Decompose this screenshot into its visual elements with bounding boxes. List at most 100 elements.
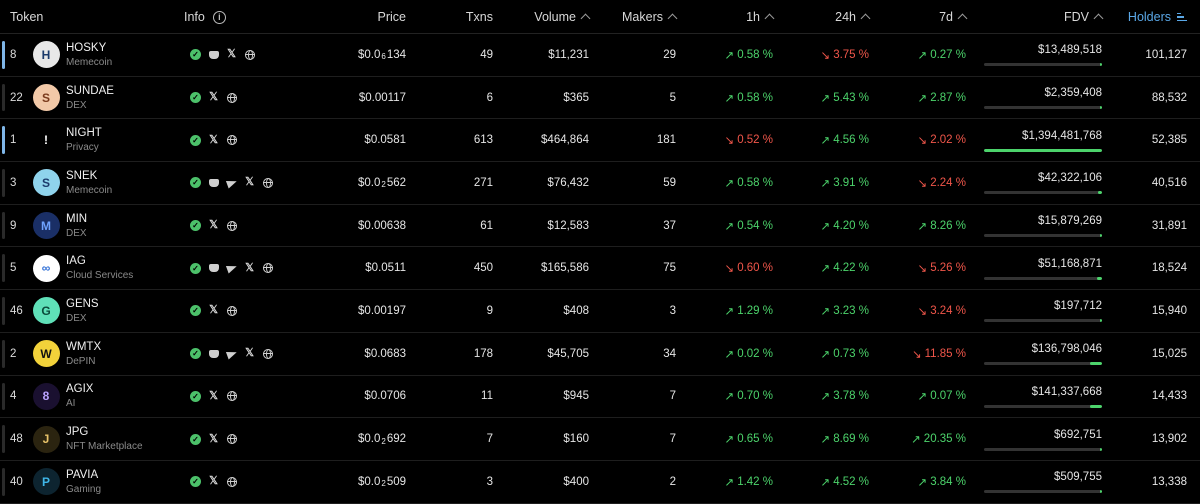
header-7d[interactable]: 7d <box>880 0 968 34</box>
globe-icon[interactable] <box>226 220 237 231</box>
change-value: 0.65 % <box>737 433 773 446</box>
token-symbol[interactable]: NIGHT <box>66 126 102 141</box>
header-token[interactable]: Token <box>10 0 43 34</box>
token-name-cell[interactable]: HOSKY Memecoin <box>66 34 176 76</box>
x-twitter-icon[interactable]: 𝕏 <box>244 177 255 188</box>
discord-icon[interactable] <box>208 177 219 188</box>
table-row[interactable]: 4 8 AGIX AI ✓ 𝕏 $0.0706 11 $945 7 ↗ 0.70 % ↗ 3.78 % ↗ 0… <box>0 376 1200 419</box>
token-category: Privacy <box>66 142 99 154</box>
x-twitter-icon[interactable]: 𝕏 <box>244 262 255 274</box>
header-1h-label: 1h <box>746 10 760 24</box>
table-row[interactable]: 40 P PAVIA Gaming ✓ 𝕏 $0.0 2 509 3 $400 2 ↗ 1.42 % ↗ 4.… <box>0 461 1200 504</box>
globe-icon[interactable] <box>262 348 273 359</box>
x-twitter-icon[interactable]: 𝕏 <box>208 220 219 231</box>
telegram-icon[interactable] <box>225 348 238 360</box>
token-name-cell[interactable]: SUNDAE DEX <box>66 77 176 119</box>
table-row[interactable]: 8 H HOSKY Memecoin ✓ 𝕏 $0.0 6 134 49 $11,231 29 ↗ 0.5… <box>0 34 1200 77</box>
change-1h-cell: ↗ 0.02 % <box>690 333 773 375</box>
globe-icon[interactable] <box>226 92 237 103</box>
price-prefix: $0.00638 <box>358 219 406 232</box>
verified-check-icon: ✓ <box>190 134 201 146</box>
globe-icon[interactable] <box>244 49 255 60</box>
token-symbol[interactable]: WMTX <box>66 340 101 355</box>
token-name-cell[interactable]: AGIX AI <box>66 376 176 418</box>
token-symbol[interactable]: GENS <box>66 297 99 312</box>
globe-icon[interactable] <box>226 434 237 445</box>
sort-chevron-icon <box>580 13 591 23</box>
table-row[interactable]: 2 W WMTX DePIN ✓ 𝕏 $0.0683 178 $45,705 34 ↗ 0.02 % ↗… <box>0 333 1200 376</box>
telegram-icon[interactable] <box>225 262 238 274</box>
globe-icon[interactable] <box>226 305 237 316</box>
table-row[interactable]: 3 S SNEK Memecoin ✓ 𝕏 $0.0 2 562 271 $76,432 59 ↗ 0.5… <box>0 162 1200 205</box>
telegram-icon[interactable] <box>225 177 238 189</box>
x-twitter-icon[interactable]: 𝕏 <box>208 476 219 487</box>
table-row[interactable]: 46 G GENS DEX ✓ 𝕏 $0.00197 9 $408 3 ↗ 1.29 % ↗ 3.23 %… <box>0 290 1200 333</box>
x-twitter-icon[interactable]: 𝕏 <box>208 305 219 316</box>
header-volume[interactable]: Volume <box>500 0 591 34</box>
table-row[interactable]: 9 M MIN DEX ✓ 𝕏 $0.00638 61 $12,583 37 ↗ 0.54 % ↗ 4.2… <box>0 205 1200 248</box>
header-makers[interactable]: Makers <box>600 0 678 34</box>
token-symbol[interactable]: AGIX <box>66 382 93 397</box>
token-symbol[interactable]: IAG <box>66 254 86 269</box>
token-name-cell[interactable]: JPG NFT Marketplace <box>66 418 176 460</box>
price-cell: $0.0 2 509 <box>300 461 406 503</box>
discord-icon[interactable] <box>208 348 219 359</box>
token-symbol[interactable]: HOSKY <box>66 41 106 56</box>
globe-icon[interactable] <box>226 135 237 146</box>
fdv-bar-fill <box>1100 63 1102 67</box>
x-twitter-icon[interactable]: 𝕏 <box>208 92 219 103</box>
arrow-down-right-icon: ↘ <box>724 263 735 276</box>
x-twitter-icon[interactable]: 𝕏 <box>244 348 255 359</box>
globe-icon[interactable] <box>262 263 273 274</box>
fdv-bar <box>984 191 1102 195</box>
token-name-cell[interactable]: NIGHT Privacy <box>66 119 176 161</box>
x-twitter-icon[interactable]: 𝕏 <box>208 390 219 402</box>
globe-glyph <box>262 177 273 188</box>
x-twitter-icon[interactable]: 𝕏 <box>208 134 219 146</box>
change-24h-cell: ↗ 3.23 % <box>790 290 869 332</box>
holders-cell: 13,338 <box>1151 475 1187 488</box>
change-value: 0.07 % <box>930 390 966 403</box>
token-name-cell[interactable]: PAVIA Gaming <box>66 461 176 503</box>
sundae-logo: S <box>32 84 60 112</box>
token-name-cell[interactable]: MIN DEX <box>66 205 176 247</box>
table-row[interactable]: 22 S SUNDAE DEX ✓ 𝕏 $0.00117 6 $365 5 ↗ 0.58 % ↗ 5.43… <box>0 77 1200 120</box>
info-icon[interactable]: i <box>212 10 226 24</box>
token-category: DEX <box>66 99 87 111</box>
discord-icon[interactable] <box>208 263 219 274</box>
table-row[interactable]: 1! NIGHT Privacy ✓ 𝕏 $0.0581 613 $464,864 181 ↘ 0.… <box>0 119 1200 163</box>
x-twitter-icon[interactable]: 𝕏 <box>208 433 219 445</box>
holders-cell: 31,891 <box>1151 219 1187 232</box>
holders-cell: 14,433 <box>1151 390 1187 403</box>
volume-cell: $160 <box>563 433 589 446</box>
globe-icon[interactable] <box>226 476 237 487</box>
table-row[interactable]: 5 ∞ IAG Cloud Services ✓ 𝕏 $0.0511 450 $165,586 7… <box>0 247 1200 291</box>
header-24h[interactable]: 24h <box>790 0 871 34</box>
fdv-cell: $13,489,518 <box>980 34 1102 76</box>
token-name-cell[interactable]: IAG Cloud Services <box>66 247 176 289</box>
volume-cell: $165,586 <box>541 262 589 275</box>
discord-icon[interactable] <box>208 49 219 60</box>
price-prefix: $0.0 <box>357 48 381 61</box>
globe-icon[interactable] <box>226 391 237 402</box>
header-holders[interactable]: Holders <box>1110 0 1187 34</box>
token-name-cell[interactable]: GENS DEX <box>66 290 176 332</box>
token-logo: M <box>32 205 60 247</box>
change-value: 3.84 % <box>930 475 966 488</box>
globe-icon[interactable] <box>262 177 273 188</box>
token-name-cell[interactable]: SNEK Memecoin <box>66 162 176 204</box>
x-twitter-icon[interactable]: 𝕏 <box>226 49 237 60</box>
token-symbol[interactable]: JPG <box>66 425 88 440</box>
token-symbol[interactable]: SNEK <box>66 169 97 184</box>
token-symbol[interactable]: MIN <box>66 212 87 227</box>
table-row[interactable]: 48 J JPG NFT Marketplace ✓ 𝕏 $0.0 2 692 7 $160 7 ↗ 0.… <box>0 418 1200 461</box>
fdv-bar <box>984 319 1102 323</box>
change-7d-cell: ↗ 0.27 % <box>880 34 966 76</box>
verified-check-icon: ✓ <box>190 92 201 104</box>
token-symbol[interactable]: SUNDAE <box>66 84 114 99</box>
token-name-cell[interactable]: WMTX DePIN <box>66 333 176 375</box>
header-1h[interactable]: 1h <box>690 0 775 34</box>
header-fdv[interactable]: FDV <box>980 0 1104 34</box>
header-price: Price <box>300 0 406 34</box>
token-symbol[interactable]: PAVIA <box>66 468 98 483</box>
